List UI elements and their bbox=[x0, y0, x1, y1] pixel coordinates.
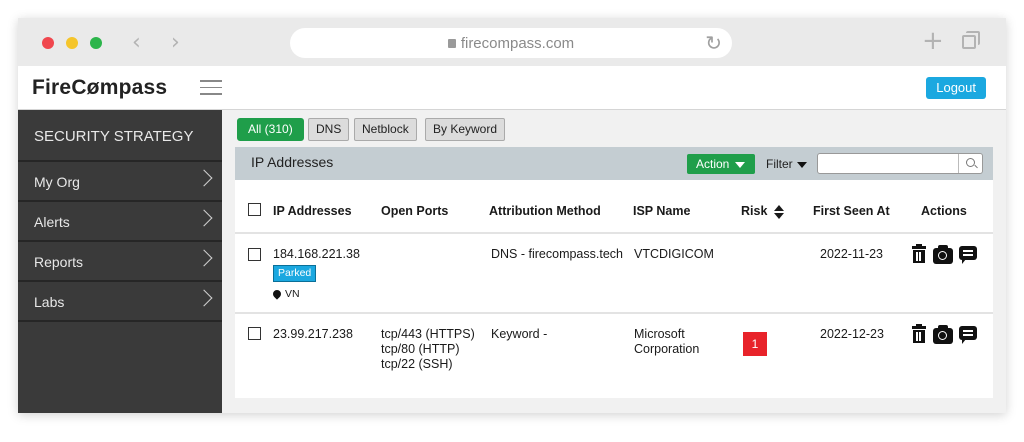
caret-down-icon bbox=[735, 162, 745, 168]
delete-icon[interactable] bbox=[912, 244, 926, 263]
action-label: Action bbox=[696, 157, 730, 171]
row-divider bbox=[235, 312, 993, 314]
caret-down-icon bbox=[797, 162, 807, 168]
ip-addresses-panel: IP Addresses Action Filter IP Addresses … bbox=[235, 147, 993, 398]
row-checkbox[interactable] bbox=[248, 327, 261, 340]
sidebar-title: SECURITY STRATEGY bbox=[18, 110, 222, 162]
screenshot-icon[interactable] bbox=[933, 245, 953, 264]
search-icon[interactable] bbox=[958, 154, 982, 173]
row-isp-line2: Corporation bbox=[634, 342, 700, 356]
new-tab-icon[interactable]: + bbox=[922, 26, 944, 56]
parked-badge: Parked bbox=[273, 265, 317, 282]
chevron-right-icon bbox=[195, 209, 213, 227]
minimize-window-button[interactable] bbox=[66, 37, 78, 49]
location-pin-icon bbox=[271, 288, 283, 300]
sidebar-item-label: My Org bbox=[34, 174, 80, 190]
row-port: tcp/22 (SSH) bbox=[381, 357, 453, 371]
row-first-seen: 2022-12-23 bbox=[820, 327, 884, 341]
comment-icon[interactable] bbox=[959, 246, 977, 264]
action-dropdown-button[interactable]: Action bbox=[687, 154, 755, 174]
chevron-right-icon bbox=[195, 289, 213, 307]
sidebar-item-alerts[interactable]: Alerts bbox=[18, 202, 222, 242]
chevron-right-icon bbox=[195, 249, 213, 267]
column-header-attribution[interactable]: Attribution Method bbox=[489, 204, 601, 218]
column-header-isp[interactable]: ISP Name bbox=[633, 204, 690, 218]
maximize-window-button[interactable] bbox=[90, 37, 102, 49]
browser-window: ‹ › firecompass.com ↻ + FireCømpass Logo… bbox=[18, 18, 1006, 413]
sidebar: SECURITY STRATEGY My Org Alerts Reports … bbox=[18, 110, 222, 413]
row-isp: Microsoft bbox=[634, 327, 685, 341]
main-content: All (310) DNS Netblock By Keyword IP Add… bbox=[222, 110, 1006, 413]
panel-header: IP Addresses Action Filter bbox=[235, 147, 993, 180]
row-isp: VTCDIGICOM bbox=[634, 247, 714, 261]
row-ip[interactable]: 23.99.217.238 bbox=[273, 327, 353, 342]
lock-icon bbox=[447, 39, 456, 48]
delete-icon[interactable] bbox=[912, 324, 926, 343]
search-input[interactable] bbox=[817, 153, 983, 174]
row-attribution: Keyword - bbox=[491, 327, 548, 341]
app-header: FireCømpass Logout bbox=[18, 66, 1006, 110]
url-display: firecompass.com bbox=[290, 35, 732, 52]
sidebar-item-reports[interactable]: Reports bbox=[18, 242, 222, 282]
row-location: VN bbox=[285, 288, 300, 300]
filter-dropdown[interactable]: Filter bbox=[766, 157, 807, 171]
url-text: firecompass.com bbox=[460, 35, 575, 52]
column-header-ip[interactable]: IP Addresses bbox=[273, 204, 352, 218]
address-bar[interactable]: firecompass.com ↻ bbox=[290, 28, 732, 58]
back-arrow-icon[interactable]: ‹ bbox=[132, 30, 141, 55]
column-header-actions: Actions bbox=[921, 204, 967, 218]
browser-titlebar: ‹ › firecompass.com ↻ + bbox=[18, 18, 1006, 66]
sidebar-item-my-org[interactable]: My Org bbox=[18, 162, 222, 202]
filter-netblock-button[interactable]: Netblock bbox=[354, 118, 417, 141]
screenshot-icon[interactable] bbox=[933, 325, 953, 344]
sidebar-item-labs[interactable]: Labs bbox=[18, 282, 222, 322]
column-header-first-seen[interactable]: First Seen At bbox=[813, 204, 890, 218]
filter-by-keyword-button[interactable]: By Keyword bbox=[425, 118, 506, 141]
column-header-ports[interactable]: Open Ports bbox=[381, 204, 448, 218]
select-all-checkbox[interactable] bbox=[248, 203, 261, 216]
risk-badge[interactable]: 1 bbox=[743, 332, 767, 356]
sort-icon[interactable] bbox=[774, 205, 784, 219]
sidebar-item-label: Alerts bbox=[34, 214, 70, 230]
firecompass-logo[interactable]: FireCømpass bbox=[32, 76, 167, 100]
sidebar-item-label: Labs bbox=[34, 294, 65, 310]
row-port: tcp/443 (HTTPS) bbox=[381, 327, 475, 341]
row-first-seen: 2022-11-23 bbox=[820, 247, 884, 261]
forward-arrow-icon[interactable]: › bbox=[171, 30, 180, 55]
comment-icon[interactable] bbox=[959, 326, 977, 344]
column-header-risk[interactable]: Risk bbox=[741, 204, 767, 218]
header-divider bbox=[235, 232, 993, 234]
filter-all-button[interactable]: All (310) bbox=[237, 118, 304, 141]
sidebar-item-label: Reports bbox=[34, 254, 84, 270]
filter-dns-button[interactable]: DNS bbox=[308, 118, 350, 141]
reload-icon[interactable]: ↻ bbox=[705, 31, 722, 55]
logout-button[interactable]: Logout bbox=[926, 77, 986, 99]
close-window-button[interactable] bbox=[42, 37, 54, 49]
chevron-right-icon bbox=[195, 169, 213, 187]
filter-label: Filter bbox=[766, 157, 793, 171]
row-checkbox[interactable] bbox=[248, 248, 261, 261]
row-ip[interactable]: 184.168.221.38 bbox=[273, 247, 360, 262]
tabs-overview-icon[interactable] bbox=[962, 31, 980, 49]
row-attribution: DNS - firecompass.tech bbox=[491, 247, 623, 261]
row-port: tcp/80 (HTTP) bbox=[381, 342, 460, 356]
panel-title: IP Addresses bbox=[251, 154, 334, 170]
hamburger-menu-icon[interactable] bbox=[200, 80, 222, 96]
